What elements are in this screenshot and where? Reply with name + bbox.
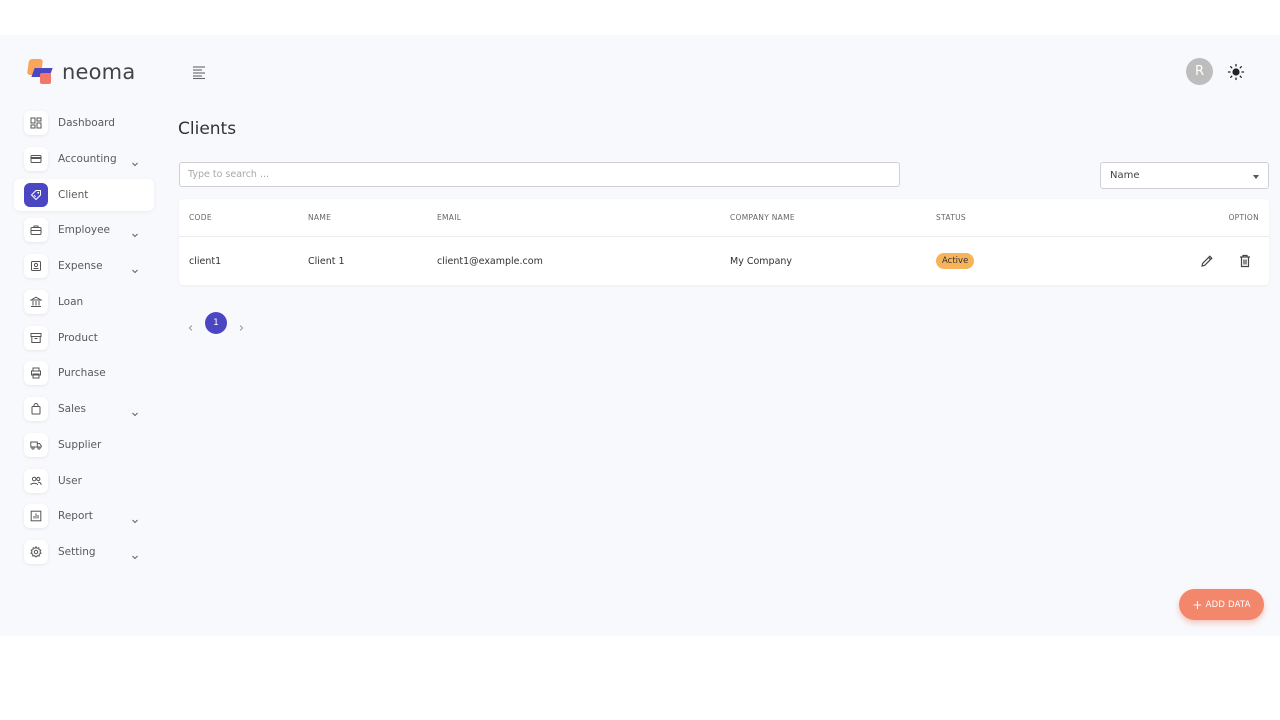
receipt-icon (24, 254, 48, 278)
add-data-label: ADD DATA (1205, 599, 1251, 610)
plus-icon: + (1192, 597, 1203, 612)
add-data-button[interactable]: + ADD DATA (1179, 589, 1264, 620)
chevron-down-icon (130, 261, 140, 274)
archive-icon (24, 325, 48, 350)
wallet-icon (24, 146, 48, 171)
clients-table: CODE NAME EMAIL COMPANY NAME STATUS OPTI… (179, 199, 1269, 285)
chevron-down-icon (130, 547, 140, 560)
sidebar-item-expense[interactable]: Expense (14, 250, 154, 282)
cell-name: Client 1 (308, 256, 345, 267)
sidebar-item-dashboard[interactable]: Dashboard (14, 107, 154, 139)
avatar[interactable]: R (1186, 58, 1213, 85)
briefcase-icon (24, 218, 48, 243)
table-header: CODE NAME EMAIL COMPANY NAME STATUS OPTI… (179, 199, 1269, 237)
page-title: Clients (178, 119, 237, 139)
sidebar-item-product[interactable]: Product (14, 322, 154, 354)
sidebar-item-label: Supplier (58, 438, 102, 451)
sidebar-item-setting[interactable]: Setting (14, 536, 154, 568)
sidebar-item-purchase[interactable]: Purchase (14, 357, 154, 389)
column-header-status: STATUS (936, 213, 966, 222)
edit-icon[interactable] (1199, 253, 1215, 269)
brand-logo[interactable]: neoma (26, 59, 136, 85)
tag-icon (24, 182, 48, 207)
brand-name: neoma (62, 60, 136, 84)
sidebar-item-report[interactable]: Report (14, 500, 154, 532)
chevron-down-icon (130, 404, 140, 417)
pagination: 1 (186, 312, 246, 334)
sidebar-item-label: User (58, 474, 82, 487)
sidebar-item-label: Client (58, 188, 89, 201)
cell-company-name: My Company (730, 256, 793, 267)
sidebar-item-label: Dashboard (58, 117, 115, 129)
sidebar-item-sales[interactable]: Sales (14, 393, 154, 425)
app-shell: neoma R Dashboard Accounting Client Empl… (0, 35, 1280, 636)
truck-icon (24, 432, 48, 457)
sidebar-item-accounting[interactable]: Accounting (14, 143, 154, 175)
logo-mark-icon (26, 59, 54, 85)
sidebar-item-employee[interactable]: Employee (14, 214, 154, 246)
sidebar: Dashboard Accounting Client Employee Exp… (14, 107, 154, 572)
delete-icon[interactable] (1237, 253, 1253, 269)
chevron-down-icon (130, 225, 140, 238)
sidebar-item-supplier[interactable]: Supplier (14, 429, 154, 461)
sidebar-item-label: Employee (58, 224, 111, 237)
sidebar-item-label: Purchase (58, 367, 106, 380)
sidebar-item-client[interactable]: Client (14, 178, 154, 211)
menu-toggle-icon[interactable] (191, 64, 207, 80)
caret-down-icon (1253, 175, 1259, 179)
sidebar-item-label: Expense (58, 260, 103, 272)
chevron-right-icon[interactable] (236, 318, 246, 331)
sort-select[interactable]: Name (1100, 162, 1269, 189)
chart-icon (24, 504, 48, 529)
sidebar-item-label: Product (58, 331, 98, 344)
sidebar-item-label: Accounting (58, 152, 117, 165)
sidebar-item-label: Setting (58, 546, 96, 558)
table-row: client1 Client 1 client1@example.com My … (179, 237, 1269, 285)
sidebar-item-label: Loan (58, 295, 84, 308)
chevron-left-icon[interactable] (186, 318, 196, 331)
column-header-code: CODE (189, 213, 212, 222)
sun-icon[interactable] (1227, 63, 1245, 81)
dashboard-icon (24, 111, 48, 135)
column-header-company-name: COMPANY NAME (730, 213, 795, 222)
gear-icon (24, 540, 48, 564)
chevron-down-icon (130, 154, 140, 167)
users-icon (24, 468, 48, 493)
sidebar-item-user[interactable]: User (14, 465, 154, 497)
column-header-option: OPTION (1228, 213, 1259, 222)
cell-email: client1@example.com (437, 256, 543, 267)
bank-icon (24, 289, 48, 314)
column-header-email: EMAIL (437, 213, 462, 222)
shopping-bag-icon (24, 397, 48, 421)
cell-code: client1 (189, 256, 222, 267)
sidebar-item-label: Report (58, 510, 93, 523)
status-badge: Active (936, 253, 975, 269)
sort-select-value: Name (1110, 170, 1140, 181)
column-header-name: NAME (308, 213, 332, 222)
page-number-button[interactable]: 1 (205, 312, 227, 334)
chevron-down-icon (130, 511, 140, 524)
sidebar-item-loan[interactable]: Loan (14, 286, 154, 318)
search-input[interactable] (179, 162, 900, 187)
printer-icon (24, 361, 48, 386)
sidebar-item-label: Sales (58, 403, 86, 415)
